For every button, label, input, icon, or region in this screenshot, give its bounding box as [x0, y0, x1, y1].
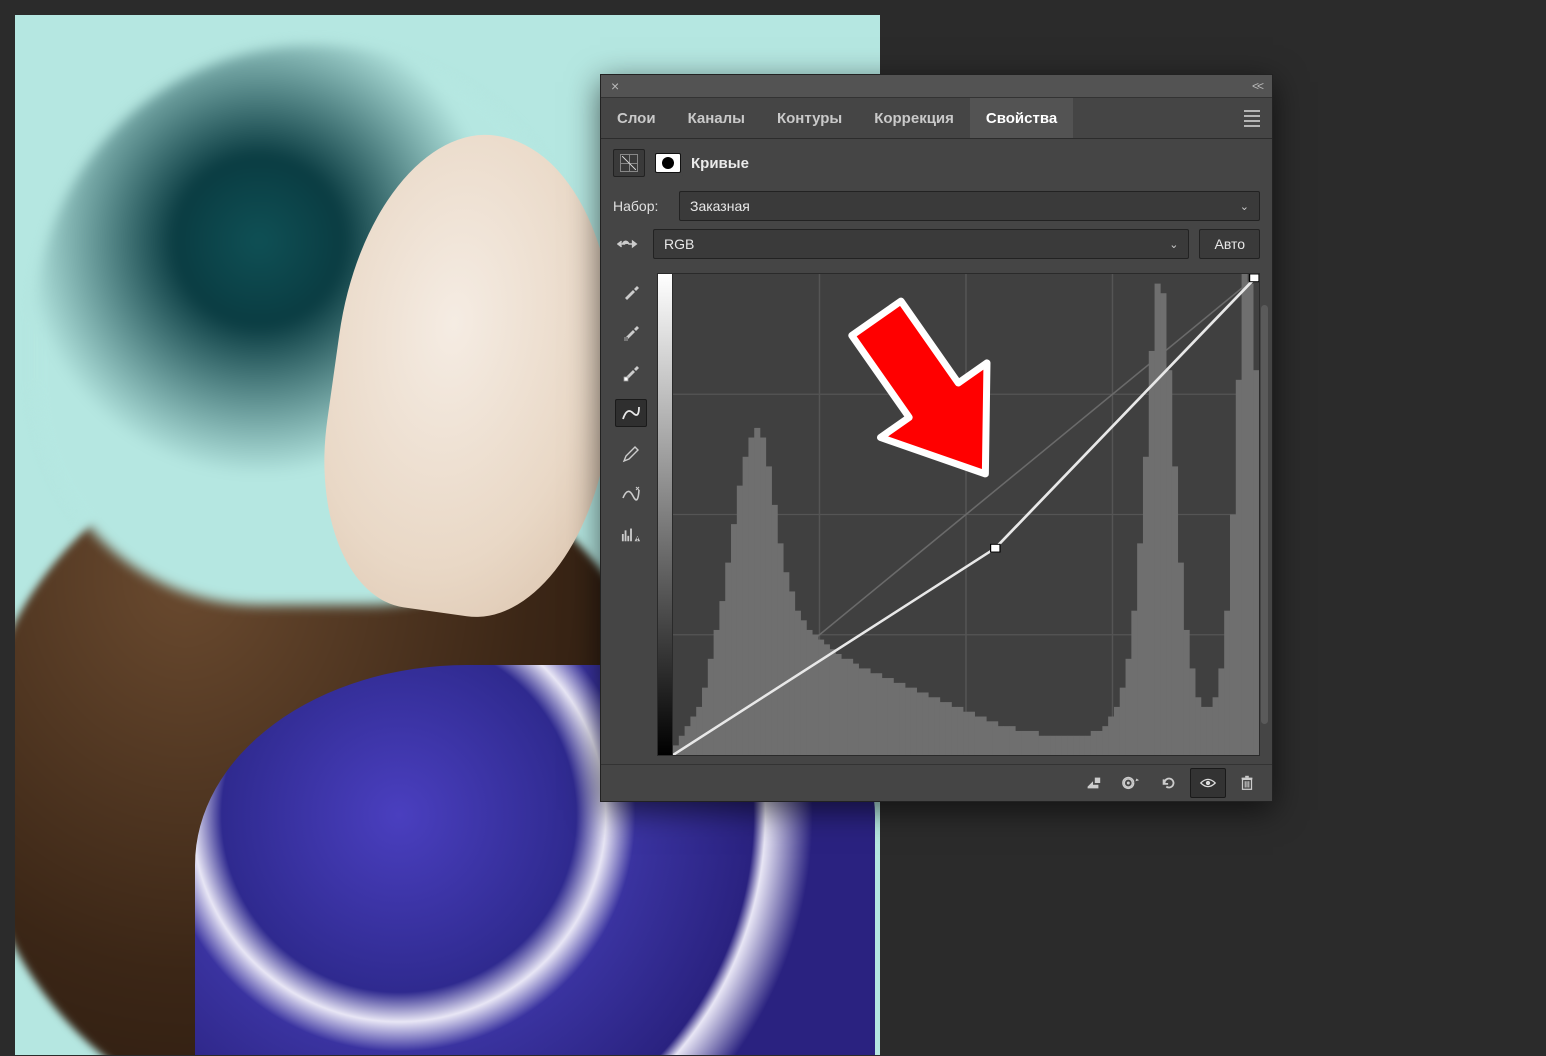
toggle-previous-icon[interactable] — [1114, 769, 1148, 797]
black-point-eyedropper[interactable] — [616, 279, 646, 305]
smooth-curve-tool[interactable] — [616, 481, 646, 507]
panel-scrollbar[interactable] — [1261, 305, 1268, 724]
preset-label: Набор: — [613, 198, 669, 214]
curves-plot[interactable] — [673, 274, 1259, 755]
preset-row: Набор: Заказная ⌄ — [613, 191, 1260, 221]
collapse-icon[interactable]: << — [1248, 79, 1266, 93]
tab-channels[interactable]: Каналы — [672, 98, 761, 138]
reset-icon[interactable] — [1152, 769, 1186, 797]
properties-panel: × << Слои Каналы Контуры Коррекция Свойс… — [600, 74, 1273, 802]
channel-row: RGB ⌄ Авто — [613, 229, 1260, 259]
chevron-down-icon: ⌄ — [1169, 238, 1178, 251]
curves-editor — [613, 273, 1260, 756]
pencil-tool[interactable] — [616, 441, 646, 467]
hamburger-menu-icon[interactable] — [1232, 98, 1272, 138]
curves-graph-wrap — [657, 273, 1260, 756]
adjustment-header: Кривые — [613, 149, 1260, 177]
panel-tabs: Слои Каналы Контуры Коррекция Свойства — [601, 98, 1272, 139]
panel-body: Кривые Набор: Заказная ⌄ RGB ⌄ Авто — [601, 139, 1272, 764]
clip-to-layer-icon[interactable] — [1076, 769, 1110, 797]
curve-point-tool[interactable] — [615, 399, 647, 427]
tab-paths[interactable]: Контуры — [761, 98, 858, 138]
tab-adjustments[interactable]: Коррекция — [858, 98, 970, 138]
output-gradient — [658, 274, 673, 755]
tab-layers[interactable]: Слои — [601, 98, 672, 138]
curves-icon[interactable] — [613, 149, 645, 177]
preset-value: Заказная — [690, 198, 750, 214]
close-icon[interactable]: × — [607, 78, 623, 94]
panel-footer — [601, 764, 1272, 801]
gray-point-eyedropper[interactable] — [616, 319, 646, 345]
panel-titlebar[interactable]: × << — [601, 75, 1272, 98]
auto-button[interactable]: Авто — [1199, 229, 1260, 259]
chevron-down-icon: ⌄ — [1240, 200, 1249, 213]
trash-icon[interactable] — [1230, 769, 1264, 797]
preset-select[interactable]: Заказная ⌄ — [679, 191, 1260, 221]
visibility-icon[interactable] — [1190, 768, 1226, 798]
layer-mask-icon[interactable] — [653, 150, 683, 176]
histogram-warning-tool[interactable] — [616, 521, 646, 547]
channel-select[interactable]: RGB ⌄ — [653, 229, 1189, 259]
adjustment-title: Кривые — [691, 155, 749, 172]
curve-tool-strip — [613, 273, 649, 756]
white-point-eyedropper[interactable] — [616, 359, 646, 385]
scrubby-slider-icon[interactable] — [613, 231, 643, 257]
curves-graph[interactable] — [657, 273, 1260, 756]
channel-value: RGB — [664, 236, 694, 252]
tab-properties[interactable]: Свойства — [970, 98, 1073, 138]
